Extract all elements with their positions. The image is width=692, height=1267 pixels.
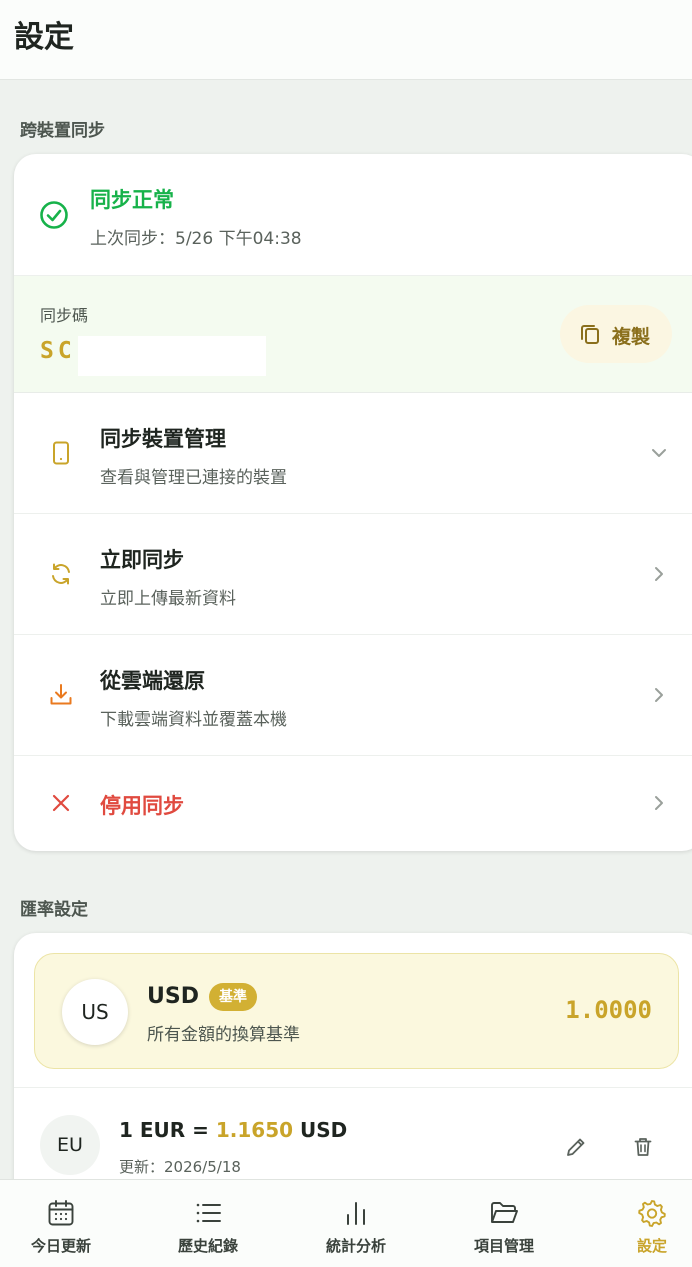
base-currency-subtitle: 所有金額的換算基準 [147,1025,300,1045]
currency-avatar-eu: EU [40,1115,100,1175]
tab-label: 統計分析 [325,1237,386,1255]
rate-section-label: 匯率設定 [20,900,88,920]
tab-projects[interactable]: 項目管理 [435,1180,573,1267]
rate-suffix: USD [293,1118,348,1142]
sync-code-label: 同步碼 [40,306,89,325]
sync-code-row: 同步碼 SC 複製 [14,276,692,393]
sync-device-management-subtitle: 查看與管理已連接的裝置 [100,468,287,488]
tab-label: 歷史紀錄 [177,1237,238,1255]
check-circle-icon [40,201,68,229]
rate-text: 1 EUR = 1.1650 USD [119,1118,347,1142]
tab-history[interactable]: 歷史紀錄 [139,1180,277,1267]
sync-section-label: 跨裝置同步 [20,121,105,141]
sync-status-title: 同步正常 [90,188,174,212]
copy-icon [581,325,599,344]
sync-code-value: SC [40,338,76,364]
chevron-down-icon [652,449,666,457]
disable-sync-title: 停用同步 [100,794,184,818]
base-currency-code: USD [147,984,199,1009]
tab-stats[interactable]: 統計分析 [287,1180,425,1267]
sync-device-management-title: 同步裝置管理 [100,427,226,451]
restore-from-cloud[interactable]: 從雲端還原 下載雲端資料並覆蓋本機 [14,635,692,756]
chevron-right-icon [655,567,663,581]
base-currency: US USD 基準 所有金額的換算基準 1.0000 [34,953,679,1069]
delete-rate-button[interactable] [623,1127,663,1167]
rate-updated: 更新：2026/5/18 [119,1158,241,1176]
pencil-icon [567,1138,585,1156]
base-rate-value: 1.0000 [565,996,652,1024]
sync-status: 同步正常 上次同步：5/26 下午04:38 [14,154,692,276]
trash-icon [634,1138,652,1156]
sync-now-title: 立即同步 [100,548,184,572]
refresh-icon [52,563,70,585]
sync-card: 同步正常 上次同步：5/26 下午04:38 同步碼 SC 複製 同步裝置管理 … [14,154,692,851]
sync-code-mask [78,336,266,376]
close-icon [52,794,70,812]
tab-label: 今日更新 [30,1237,91,1255]
chevron-right-icon [655,688,663,702]
rate-value: 1.1650 [215,1118,294,1142]
tab-label: 項目管理 [473,1237,534,1255]
calendar-icon [48,1200,74,1226]
last-sync-time: 上次同步：5/26 下午04:38 [90,229,302,249]
restore-from-cloud-title: 從雲端還原 [100,669,205,693]
sync-now[interactable]: 立即同步 立即上傳最新資料 [14,514,692,635]
edit-rate-button[interactable] [556,1127,596,1167]
disable-sync[interactable]: 停用同步 [14,756,692,849]
tab-settings[interactable]: 設定 [583,1180,692,1267]
list-icon [196,1203,221,1223]
app-header: 設定 [0,0,692,80]
page-title: 設定 [14,20,74,55]
download-icon [50,684,72,705]
tab-today[interactable]: 今日更新 [0,1180,130,1267]
folder-icon [491,1202,518,1223]
phone-icon [53,441,69,465]
copy-button-label: 複製 [612,327,651,348]
sync-device-management[interactable]: 同步裝置管理 查看與管理已連接的裝置 [14,393,692,514]
currency-avatar-us: US [62,979,128,1045]
tab-label: 設定 [636,1237,667,1255]
base-badge: 基準 [209,983,257,1011]
gear-icon [638,1200,666,1227]
bar-chart-icon [347,1202,365,1225]
chevron-right-icon [655,796,663,810]
rate-prefix: 1 EUR = [119,1118,216,1142]
sync-now-subtitle: 立即上傳最新資料 [100,589,236,609]
copy-button[interactable]: 複製 [560,305,672,363]
bottom-tab-bar: 今日更新 歷史紀錄 統計分析 項目管理 設定 [0,1179,692,1267]
restore-from-cloud-subtitle: 下載雲端資料並覆蓋本機 [100,710,287,730]
